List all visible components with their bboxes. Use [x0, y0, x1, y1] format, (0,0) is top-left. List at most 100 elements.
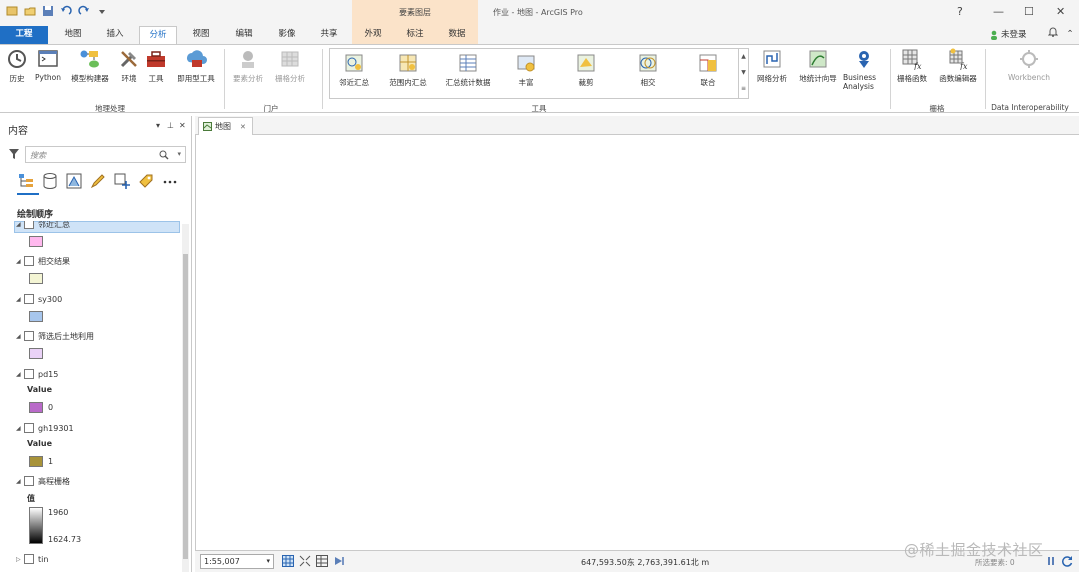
close-tab-icon[interactable]: ✕ [240, 123, 246, 131]
expand-icon[interactable]: ▷ [16, 556, 24, 563]
ribbon-collapse-icon[interactable]: ⌃ [1064, 26, 1076, 44]
expand-icon[interactable]: ◢ [16, 371, 24, 378]
geostatistical-wizard-button[interactable]: 地统计向导 [795, 45, 841, 84]
pause-drawing-icon[interactable] [333, 555, 345, 567]
search-icon[interactable] [159, 150, 169, 160]
pause-icon[interactable] [1045, 555, 1057, 567]
layer-visibility-checkbox[interactable] [24, 256, 34, 266]
expand-icon[interactable]: ◢ [16, 333, 24, 340]
map-view-tab[interactable]: 地图 ✕ [198, 117, 253, 135]
list-by-labeling-icon[interactable] [137, 172, 155, 190]
gallery-summary-statistics[interactable]: 汇总统计数据 [438, 49, 498, 88]
layer-symbol-swatch[interactable] [29, 348, 43, 359]
scrollbar-thumb[interactable] [183, 254, 188, 559]
layer-visibility-checkbox[interactable] [24, 294, 34, 304]
redo-icon[interactable] [78, 5, 90, 17]
raster-functions-button[interactable]: fx 栅格函数 [893, 45, 931, 84]
tab-project[interactable]: 工程 [0, 26, 48, 44]
tab-view[interactable]: 视图 [184, 26, 218, 44]
list-by-selection-icon[interactable] [65, 172, 83, 190]
list-by-data-source-icon[interactable] [41, 172, 59, 190]
gallery-clip[interactable]: 裁剪 [566, 49, 606, 88]
filter-icon[interactable] [8, 148, 20, 160]
network-analysis-button[interactable]: 网络分析 [752, 45, 792, 84]
tab-labeling[interactable]: 标注 [394, 26, 436, 44]
gallery-summarize-within[interactable]: 范围内汇总 [382, 49, 434, 88]
tab-data[interactable]: 数据 [436, 26, 478, 44]
gallery-enrich[interactable]: 丰富 [506, 49, 546, 88]
gallery-scroll[interactable]: ▲ ▼ ≡ [738, 49, 748, 98]
undo-icon[interactable] [60, 5, 72, 17]
fixed-zoom-icon[interactable] [299, 555, 311, 567]
layer-symbol-swatch[interactable] [29, 311, 43, 322]
gallery-intersect[interactable]: 相交 [628, 49, 668, 88]
modelbuilder-button[interactable]: 模型构建器 [66, 45, 114, 84]
list-by-drawing-order-icon[interactable] [17, 172, 35, 190]
gallery-summarize-nearby[interactable]: 邻近汇总 [332, 49, 376, 88]
pin-icon[interactable]: ⊥ [167, 121, 174, 130]
expand-icon[interactable]: ◢ [16, 478, 24, 485]
layer-item[interactable]: ◢ pd15 [16, 367, 58, 381]
open-project-icon[interactable] [24, 5, 36, 17]
layer-visibility-checkbox[interactable] [24, 369, 34, 379]
environments-button[interactable]: 环境 [117, 45, 141, 84]
pane-close-icon[interactable]: ✕ [179, 121, 186, 130]
refresh-icon[interactable] [1061, 555, 1073, 567]
tab-analysis[interactable]: 分析 [139, 26, 177, 44]
tab-share[interactable]: 共享 [312, 26, 346, 44]
close-button[interactable]: ✕ [1056, 5, 1065, 18]
layer-visibility-checkbox[interactable] [24, 331, 34, 341]
layer-visibility-checkbox[interactable] [24, 423, 34, 433]
gallery-union[interactable]: 联合 [688, 49, 728, 88]
layer-item[interactable]: ◢ gh19301 [16, 421, 74, 435]
contents-search-input[interactable]: 搜索 ▾ [25, 146, 186, 163]
list-by-editing-icon[interactable] [89, 172, 107, 190]
layer-symbol-swatch[interactable] [29, 236, 43, 247]
workbench-button[interactable]: Workbench [1000, 45, 1058, 82]
layer-item[interactable]: ◢ 相交结果 [16, 254, 70, 268]
tab-appearance[interactable]: 外观 [352, 26, 394, 44]
scale-dropdown-icon[interactable]: ▾ [266, 555, 270, 568]
layer-item[interactable]: ◢ 筛选后土地利用 [16, 329, 94, 343]
layer-symbol-swatch[interactable] [29, 456, 43, 467]
expand-icon[interactable]: ◢ [16, 221, 24, 228]
help-button[interactable]: ? [957, 5, 963, 18]
layer-symbol-swatch[interactable] [29, 273, 43, 284]
expand-icon[interactable]: ◢ [16, 296, 24, 303]
feature-analysis-button[interactable]: 要素分析 [228, 45, 268, 84]
more-options-icon[interactable] [161, 172, 179, 190]
maximize-button[interactable]: ☐ [1024, 5, 1034, 18]
minimize-button[interactable]: — [993, 5, 1004, 18]
account-menu[interactable]: 未登录 [990, 26, 1040, 44]
tab-edit[interactable]: 编辑 [227, 26, 261, 44]
new-project-icon[interactable] [6, 5, 18, 17]
history-button[interactable]: 历史 [4, 45, 30, 84]
table-view-icon[interactable] [316, 555, 328, 567]
layer-visibility-checkbox[interactable] [24, 554, 34, 564]
layer-visibility-checkbox[interactable] [24, 476, 34, 486]
pane-menu-icon[interactable]: ▾ [156, 121, 160, 130]
layer-item[interactable]: ◢ 邻近汇总 [16, 221, 70, 231]
grid-snapping-icon[interactable] [282, 555, 294, 567]
function-editor-button[interactable]: fx 函数编辑器 [934, 45, 982, 84]
raster-analysis-button[interactable]: 栅格分析 [270, 45, 310, 84]
elevation-color-ramp[interactable] [29, 507, 43, 544]
layer-visibility-checkbox[interactable] [24, 221, 34, 229]
search-dropdown-icon[interactable]: ▾ [177, 150, 181, 158]
map-canvas[interactable] [195, 135, 1079, 550]
customize-qat-icon[interactable] [96, 5, 108, 17]
tab-map[interactable]: 地图 [56, 26, 90, 44]
contents-scrollbar[interactable] [182, 224, 189, 572]
list-by-snapping-icon[interactable] [113, 172, 131, 190]
layer-item[interactable]: ◢ sy300 [16, 292, 62, 306]
business-analysis-button[interactable]: Business Analysis [843, 45, 885, 91]
expand-icon[interactable]: ◢ [16, 258, 24, 265]
expand-icon[interactable]: ◢ [16, 425, 24, 432]
ready-to-use-tools-button[interactable]: 即用型工具 [172, 45, 220, 84]
notification-icon[interactable] [1046, 26, 1060, 44]
python-button[interactable]: Python [32, 45, 64, 82]
layer-item[interactable]: ◢ 高程栅格 [16, 474, 70, 488]
layer-symbol-swatch[interactable] [29, 402, 43, 413]
layer-item[interactable]: ▷ tin [16, 552, 48, 566]
tab-insert[interactable]: 插入 [98, 26, 132, 44]
